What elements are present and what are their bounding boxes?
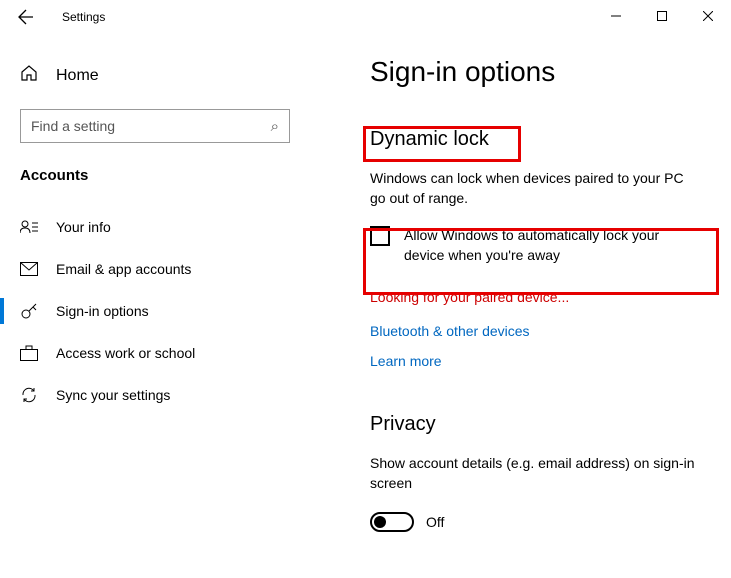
main-content: Sign-in options Dynamic lock Windows can… [350, 34, 731, 578]
sidebar-item-email[interactable]: Email & app accounts [0, 248, 350, 290]
checkbox-icon[interactable] [370, 226, 390, 246]
sidebar-item-label: Access work or school [56, 345, 195, 361]
key-icon [20, 302, 38, 320]
window-controls [593, 0, 731, 32]
person-icon [20, 218, 38, 236]
sidebar-item-label: Sign-in options [56, 303, 149, 319]
link-learn-more[interactable]: Learn more [370, 353, 701, 369]
sidebar-item-your-info[interactable]: Your info [0, 206, 350, 248]
maximize-button[interactable] [639, 0, 685, 32]
sidebar: Home Find a setting ⌕ Accounts Your info… [0, 34, 350, 578]
sidebar-item-sync[interactable]: Sync your settings [0, 374, 350, 416]
section-heading-privacy: Privacy [370, 413, 436, 436]
pairing-status: Looking for your paired device... [370, 289, 701, 305]
nav-group-header: Accounts [0, 161, 350, 206]
home-nav[interactable]: Home [0, 54, 350, 97]
back-button[interactable] [6, 0, 46, 34]
privacy-description: Show account details (e.g. email address… [370, 454, 701, 493]
mail-icon [20, 260, 38, 278]
window-title: Settings [62, 10, 105, 24]
briefcase-icon [20, 344, 38, 362]
dynamic-lock-checkbox-row[interactable]: Allow Windows to automatically lock your… [370, 226, 701, 265]
sidebar-item-signin-options[interactable]: Sign-in options [0, 290, 350, 332]
home-icon [20, 64, 38, 87]
sidebar-item-access-work[interactable]: Access work or school [0, 332, 350, 374]
search-placeholder: Find a setting [31, 118, 115, 134]
dynamic-lock-description: Windows can lock when devices paired to … [370, 169, 701, 208]
arrow-left-icon [18, 9, 34, 25]
toggle-state-label: Off [426, 514, 444, 530]
checkbox-label: Allow Windows to automatically lock your… [404, 226, 701, 265]
search-icon: ⌕ [271, 118, 279, 135]
page-title: Sign-in options [370, 56, 701, 88]
section-heading-dynamic-lock: Dynamic lock [370, 128, 489, 151]
sync-icon [20, 386, 38, 404]
minimize-button[interactable] [593, 0, 639, 32]
titlebar: Settings [0, 0, 731, 34]
sidebar-item-label: Email & app accounts [56, 261, 191, 277]
home-label: Home [56, 67, 99, 85]
privacy-toggle[interactable] [370, 512, 414, 532]
close-button[interactable] [685, 0, 731, 32]
sidebar-item-label: Sync your settings [56, 387, 170, 403]
link-bluetooth-devices[interactable]: Bluetooth & other devices [370, 323, 701, 339]
search-input[interactable]: Find a setting ⌕ [20, 109, 290, 143]
sidebar-item-label: Your info [56, 219, 111, 235]
